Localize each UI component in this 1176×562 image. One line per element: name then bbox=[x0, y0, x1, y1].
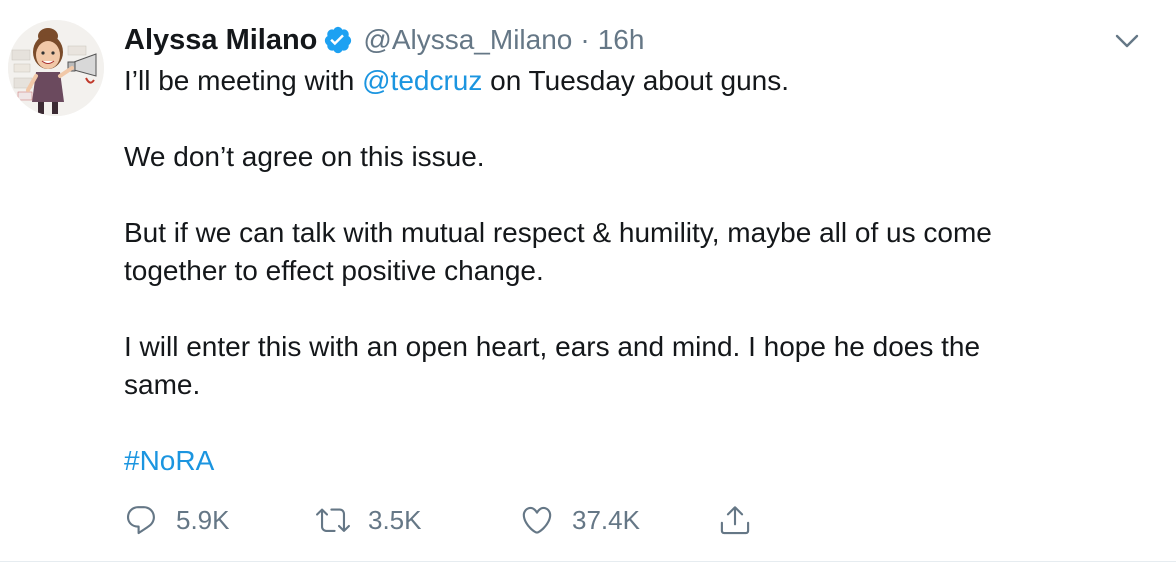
like-count: 37.4K bbox=[572, 504, 640, 535]
tweet-paragraph-line: I will enter this with an open heart, ea… bbox=[124, 331, 981, 362]
tweet-paragraph-line: same. bbox=[124, 369, 201, 400]
reply-button[interactable]: 5.9K bbox=[124, 500, 230, 540]
tweet-actions: 5.9K 3.5K 37.4K bbox=[124, 500, 824, 540]
heart-icon bbox=[522, 506, 552, 534]
separator-dot: · bbox=[580, 24, 590, 55]
like-button[interactable]: 37.4K bbox=[520, 500, 640, 540]
tweet-paragraph-line: But if we can talk with mutual respect &… bbox=[124, 217, 992, 248]
user-handle[interactable]: @Alyssa_Milano bbox=[363, 24, 572, 56]
retweet-icon bbox=[316, 508, 350, 532]
avatar[interactable] bbox=[8, 20, 104, 116]
display-name[interactable]: Alyssa Milano bbox=[124, 24, 317, 57]
more-options-chevron-down-icon[interactable] bbox=[1110, 26, 1144, 56]
share-button[interactable] bbox=[718, 500, 752, 540]
verified-badge-icon bbox=[323, 25, 353, 55]
reply-count: 5.9K bbox=[176, 504, 230, 535]
tweet-header: Alyssa Milano @Alyssa_Milano · 16h bbox=[124, 22, 644, 58]
reply-icon bbox=[126, 506, 155, 535]
hashtag-link[interactable]: #NoRA bbox=[124, 445, 214, 476]
share-icon bbox=[720, 506, 750, 535]
tweet-paragraph: #NoRA bbox=[124, 442, 1124, 480]
mention-link[interactable]: @tedcruz bbox=[362, 65, 482, 96]
timestamp[interactable]: 16h bbox=[598, 24, 645, 56]
tweet[interactable]: Alyssa Milano @Alyssa_Milano · 16h I’ll … bbox=[0, 0, 1176, 562]
avatar-illustration bbox=[8, 20, 104, 116]
tweet-paragraph: We don’t agree on this issue. bbox=[124, 141, 485, 172]
retweet-count: 3.5K bbox=[368, 504, 422, 535]
retweet-button[interactable]: 3.5K bbox=[316, 500, 422, 540]
tweet-paragraph-line: together to effect positive change. bbox=[124, 255, 544, 286]
text-span: I’ll be meeting with bbox=[124, 65, 363, 96]
tweet-paragraph: I’ll be meeting with @tedcruz on Tuesday… bbox=[124, 62, 1124, 100]
tweet-text: I’ll be meeting with @tedcruz on Tuesday… bbox=[124, 62, 1124, 480]
text-span: on Tuesday about guns. bbox=[482, 65, 790, 96]
